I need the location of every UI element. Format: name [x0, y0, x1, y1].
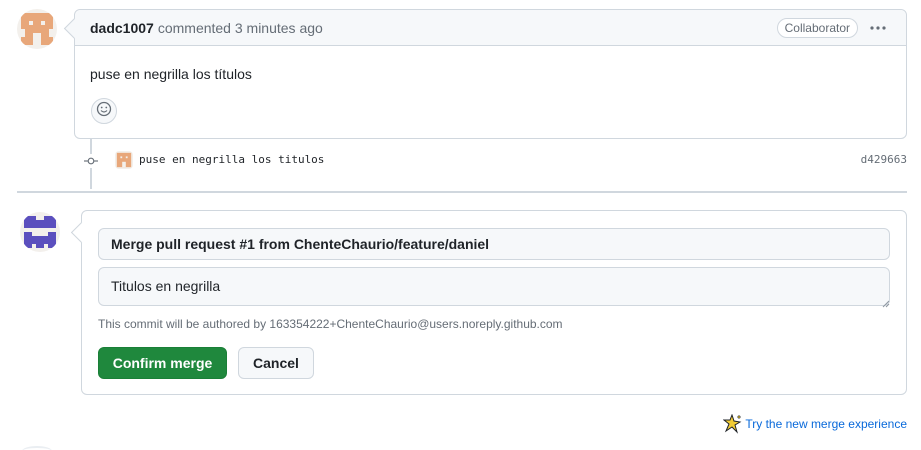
try-new-merge-label: Try the new merge experience — [745, 417, 907, 431]
try-new-merge-link[interactable]: Try the new merge experience — [722, 413, 907, 434]
comment-timestamp[interactable]: commented 3 minutes ago — [158, 20, 323, 36]
merge-title-input[interactable] — [98, 228, 890, 260]
commit-author-avatar[interactable] — [115, 151, 133, 169]
cancel-button[interactable]: Cancel — [238, 347, 314, 379]
comment-author-link[interactable]: dadc1007 — [90, 20, 154, 36]
add-reaction-button[interactable] — [91, 98, 117, 124]
commit-message-link[interactable]: puse en negrilla los titulos — [139, 153, 324, 166]
confirm-merge-button[interactable]: Confirm merge — [98, 347, 227, 379]
merger-avatar[interactable] — [20, 212, 60, 252]
commit-sha-link[interactable]: d429663 — [861, 153, 907, 166]
comment-card: dadc1007 commented 3 minutes ago Collabo… — [74, 9, 907, 139]
commenter-avatar[interactable] — [17, 9, 57, 49]
comment-header: dadc1007 commented 3 minutes ago Collabo… — [75, 10, 906, 46]
comment-body: puse en negrilla los títulos — [90, 66, 252, 82]
sparkle-icon — [722, 413, 743, 434]
role-badge: Collaborator — [776, 18, 858, 38]
merge-description-field[interactable]: Titulos en negrilla — [98, 267, 890, 306]
merge-form: Titulos en negrilla This commit will be … — [81, 210, 907, 395]
smiley-icon — [96, 101, 112, 122]
next-avatar-edge — [22, 446, 52, 450]
timeline-divider — [17, 191, 907, 193]
commit-author-note: This commit will be authored by 16335422… — [98, 317, 563, 331]
resize-handle-icon[interactable] — [882, 295, 890, 308]
kebab-horizontal-icon[interactable] — [868, 19, 888, 37]
git-commit-icon — [84, 154, 98, 168]
